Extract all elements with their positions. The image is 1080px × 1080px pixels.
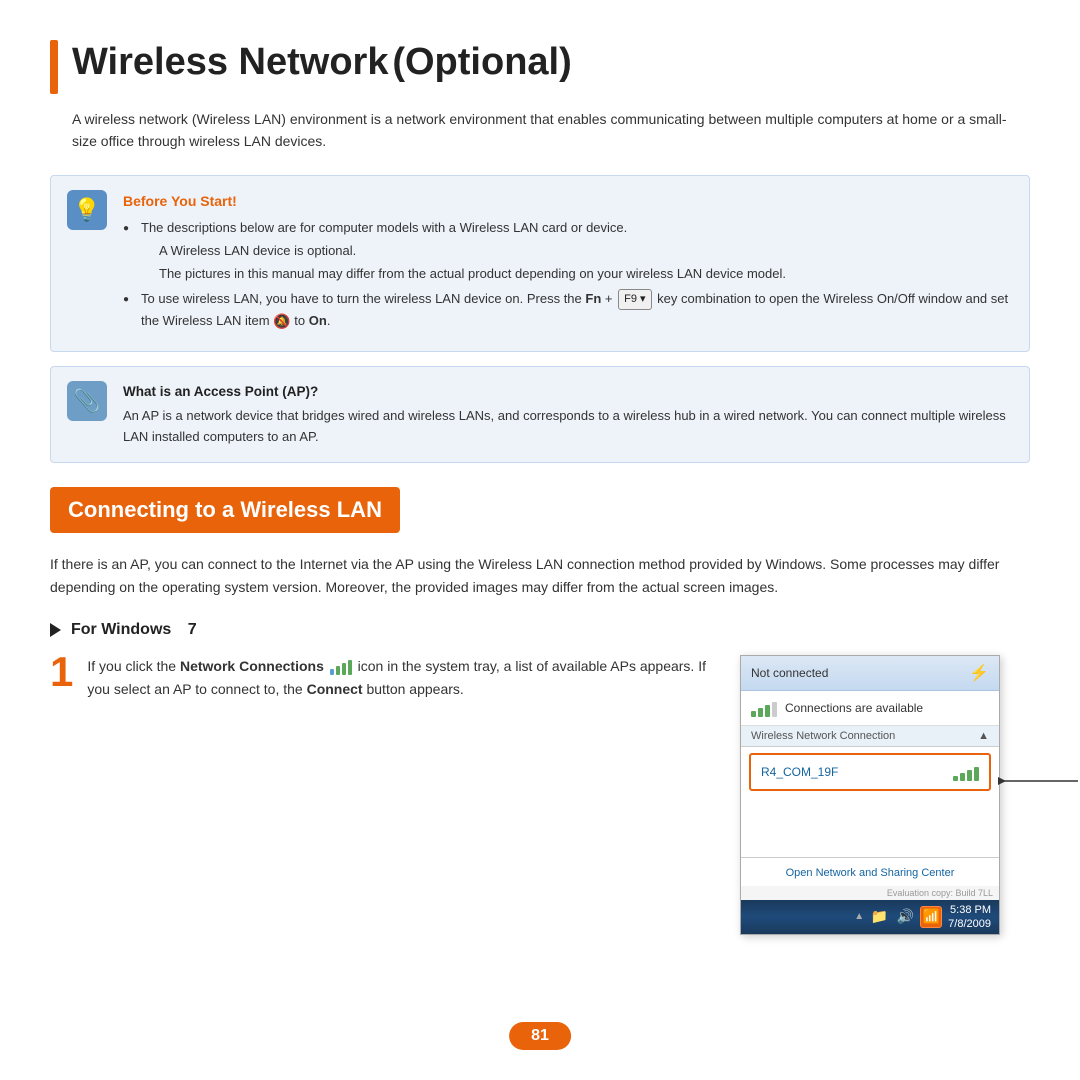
info-box-access-point: 📎 What is an Access Point (AP)? An AP is… <box>50 366 1030 463</box>
ap-list-arrow <box>998 773 1080 789</box>
bullet-item-1: The descriptions below are for computer … <box>123 218 1013 284</box>
taskbar-icons-group: ▲ 📁 🔊 📶 <box>854 906 942 928</box>
open-network-center-link[interactable]: Open Network and Sharing Center <box>786 867 955 879</box>
page-subtitle: A wireless network (Wireless LAN) enviro… <box>72 108 1030 153</box>
windows7-popup: Not connected ⚡ Connections are availabl… <box>740 655 1000 935</box>
ap-list-spacer <box>741 797 999 857</box>
fn2-key: F9 ▾ <box>618 289 651 311</box>
network-connections-label: Network Connections <box>180 658 324 674</box>
paperclip-icon: 📎 <box>67 381 107 421</box>
intro-paragraph: If there is an AP, you can connect to th… <box>50 553 1030 599</box>
lightbulb-icon: 💡 <box>67 190 107 230</box>
win7-header-icon: ⚡ <box>969 663 989 683</box>
taskbar-time-display: 5:38 PM 7/8/2009 <box>948 903 991 932</box>
on-label: On <box>309 313 327 328</box>
title-accent-bar <box>50 40 58 94</box>
bullet-item-2: To use wireless LAN, you have to turn th… <box>123 289 1013 333</box>
wifi-signal-icon: 🔕 <box>273 310 290 332</box>
info-box-before-start: 💡 Before You Start! The descriptions bel… <box>50 175 1030 352</box>
watermark-text: Evaluation copy: Build 7LL <box>741 886 999 900</box>
taskbar-network-icon: 📶 <box>920 906 942 928</box>
step-1-row: 1 If you click the Network Connections i… <box>50 655 710 701</box>
info-box-bullet-list: The descriptions below are for computer … <box>123 218 1013 332</box>
bullet-2-text: To use wireless LAN, you have to turn th… <box>141 291 1008 328</box>
not-connected-text: Not connected <box>751 666 828 680</box>
taskbar-folder-icon: 📁 <box>868 906 890 928</box>
sub-item-1b: The pictures in this manual may differ f… <box>141 264 1013 285</box>
info-box-before-start-content: Before You Start! The descriptions below… <box>123 190 1013 337</box>
ap-list-item: R4_COM_19F <box>749 753 991 791</box>
page-title-main: Wireless Network <box>72 41 388 83</box>
info-box-ap-content: What is an Access Point (AP)? An AP is a… <box>123 381 1013 448</box>
ap-signal-bars <box>953 763 979 781</box>
win7-header: Not connected ⚡ <box>741 656 999 691</box>
page-title-section: Wireless Network (Optional) <box>50 40 1030 94</box>
wifi-bars-icon <box>751 699 777 717</box>
taskbar-date-value: 7/8/2009 <box>948 917 991 931</box>
triangle-bullet-icon <box>50 623 61 637</box>
windows7-taskbar: ▲ 📁 🔊 📶 5:38 PM 7/8/2009 <box>741 900 999 934</box>
taskbar-time-value: 5:38 PM <box>948 903 991 917</box>
windows-version: 7 <box>188 621 197 639</box>
info-box-ap-title: What is an Access Point (AP)? <box>123 381 1013 403</box>
taskbar-arrow-icon: ▲ <box>854 911 864 922</box>
for-windows-label: For Windows <box>71 621 171 639</box>
connect-label: Connect <box>307 681 363 697</box>
fn-key-label: Fn <box>585 291 601 306</box>
wireless-section-label: Wireless Network Connection ▲ <box>741 726 999 747</box>
step-1-text: If you click the Network Connections ico… <box>87 655 710 701</box>
step-number-1: 1 <box>50 651 73 693</box>
connections-available-row: Connections are available <box>741 691 999 726</box>
right-column: Not connected ⚡ Connections are availabl… <box>740 655 1030 935</box>
two-column-layout: 1 If you click the Network Connections i… <box>50 655 1030 935</box>
connections-available-text: Connections are available <box>785 701 923 715</box>
taskbar-volume-icon: 🔊 <box>894 906 916 928</box>
left-column: 1 If you click the Network Connections i… <box>50 655 710 711</box>
section-heading-text: Connecting to a Wireless LAN <box>50 487 400 533</box>
page-title-optional: (Optional) <box>392 41 571 83</box>
info-box-ap-text: An AP is a network device that bridges w… <box>123 408 1006 444</box>
for-windows-heading: For Windows 7 <box>50 621 1030 639</box>
ap-name: R4_COM_19F <box>761 765 838 779</box>
network-connections-icon <box>330 659 352 675</box>
info-box-title-before-start: Before You Start! <box>123 190 1013 212</box>
win7-footer: Open Network and Sharing Center <box>741 857 999 886</box>
section-heading-connecting: Connecting to a Wireless LAN <box>50 477 1030 553</box>
page-number: 81 <box>509 1022 571 1050</box>
collapse-arrow: ▲ <box>978 730 989 742</box>
ap-list-annotation: AP List <box>998 773 1080 789</box>
sub-item-1a: A Wireless LAN device is optional. <box>141 241 1013 262</box>
